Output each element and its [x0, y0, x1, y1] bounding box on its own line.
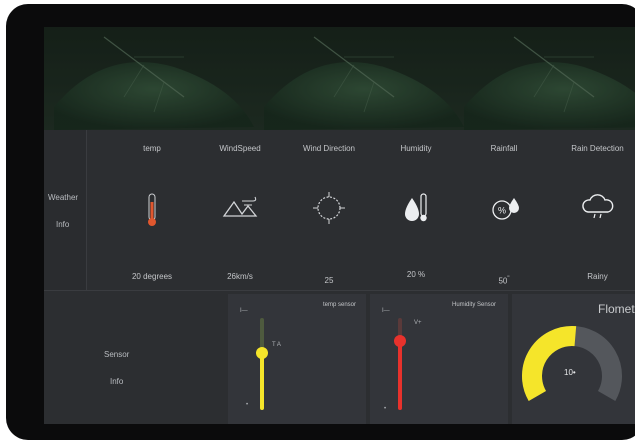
windspeed-value: 26km/s — [227, 272, 253, 281]
svg-text:%: % — [498, 206, 506, 216]
humidity-icon — [405, 193, 427, 222]
temp-sensor-title: temp sensor — [322, 302, 356, 308]
rainfall-column: Rainfall % 50" — [468, 130, 540, 290]
sensor-info-row: Sensor Info temp sensor I— T A • Humidit… — [44, 290, 635, 424]
rain-detection-value: Rainy — [587, 272, 608, 281]
temp-sensor-top-mark: I— — [240, 308, 248, 314]
humidity-sensor-fill — [398, 341, 402, 410]
wind-direction-value: 25 — [324, 276, 334, 285]
humidity-sensor-bottom-mark: • — [384, 406, 387, 412]
wind-mountain-icon — [222, 196, 258, 217]
weather-info-row: Weather Info temp 20 degrees WindSpeed 2… — [44, 130, 635, 290]
compass-icon — [313, 192, 345, 224]
sensor-info-label: Info — [110, 377, 124, 386]
sensor-label: Sensor — [104, 350, 130, 359]
row-divider — [44, 290, 635, 291]
rain-detection-title: Rain Detection — [571, 144, 624, 153]
humidity-column: Humidity 20 % — [380, 130, 452, 290]
weather-label: Weather — [48, 193, 79, 202]
humidity-sensor-side-label: V+ — [414, 320, 422, 326]
rain-cloud-icon — [581, 194, 613, 219]
humidity-title: Humidity — [400, 144, 432, 153]
thermometer-icon — [148, 193, 156, 226]
humidity-sensor-top-mark: I— — [382, 308, 390, 314]
weather-info-label-panel: Weather Info — [44, 130, 87, 290]
humidity-sensor-panel: Humidity Sensor I— V+ • — [370, 294, 508, 424]
wind-direction-column: Wind Direction 25 — [290, 130, 368, 290]
flowmeter-title: Flomet — [598, 302, 635, 316]
humidity-sensor-slider[interactable] — [392, 316, 408, 412]
temp-sensor-fill — [260, 352, 264, 410]
rainfall-value: 50" — [498, 276, 510, 286]
rainfall-icon: % — [492, 198, 519, 220]
tablet-frame: Weather Info temp 20 degrees WindSpeed 2… — [6, 4, 635, 440]
flowmeter-value: 10• — [564, 368, 576, 377]
leaf-banner-image — [44, 27, 635, 130]
temp-sensor-bottom-mark: • — [246, 402, 249, 408]
temp-sensor-panel: temp sensor I— T A • — [228, 294, 366, 424]
flowmeter-panel: Flomet 10• — [512, 294, 635, 424]
temp-sensor-slider[interactable] — [254, 316, 270, 412]
temp-sensor-knob[interactable] — [256, 346, 268, 359]
temp-title: temp — [143, 144, 161, 153]
humidity-sensor-title: Humidity Sensor — [451, 302, 496, 308]
humidity-sensor-knob[interactable] — [394, 335, 406, 347]
temp-sensor-side-label: T A — [272, 342, 281, 348]
rainfall-title: Rainfall — [490, 144, 518, 153]
windspeed-column: WindSpeed 26km/s — [204, 130, 276, 290]
rain-detection-column: Rain Detection Rainy — [554, 130, 635, 290]
dashboard-screen: Weather Info temp 20 degrees WindSpeed 2… — [44, 27, 635, 424]
humidity-value: 20 % — [406, 270, 426, 279]
windspeed-title: WindSpeed — [219, 144, 261, 153]
temp-value: 20 degrees — [131, 272, 173, 281]
temp-column: temp 20 degrees — [116, 130, 188, 290]
wind-direction-title: Wind Direction — [302, 144, 355, 153]
flowmeter-fill — [522, 326, 577, 401]
info-label: Info — [56, 220, 70, 229]
